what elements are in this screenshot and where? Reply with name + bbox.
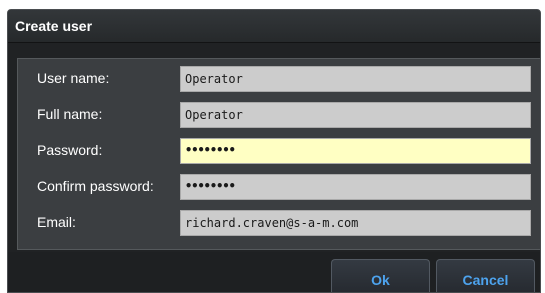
email-input[interactable]: richard.craven@s-a-m.com xyxy=(180,210,531,236)
confirm-password-label: Confirm password: xyxy=(37,178,154,194)
full-name-row: Full name: Operator xyxy=(18,99,540,131)
cancel-button[interactable]: Cancel xyxy=(436,259,535,292)
password-label: Password: xyxy=(37,142,103,158)
full-name-input[interactable]: Operator xyxy=(180,102,531,128)
email-row: Email: richard.craven@s-a-m.com xyxy=(18,207,540,239)
password-row: Password: •••••••• xyxy=(18,135,540,167)
email-label: Email: xyxy=(37,214,76,230)
full-name-label: Full name: xyxy=(37,106,103,122)
confirm-password-row: Confirm password: •••••••• xyxy=(18,171,540,203)
dialog-title: Create user xyxy=(15,18,93,34)
create-user-dialog: Create user User name: Operator Full nam… xyxy=(7,9,541,293)
dialog-footer: Ok Cancel xyxy=(8,252,540,292)
user-name-label: User name: xyxy=(37,70,110,86)
form-panel: User name: Operator Full name: Operator … xyxy=(17,58,540,250)
password-input[interactable]: •••••••• xyxy=(180,138,531,164)
confirm-password-input[interactable]: •••••••• xyxy=(180,174,531,200)
user-name-row: User name: Operator xyxy=(18,63,540,95)
dialog-titlebar[interactable]: Create user xyxy=(8,10,540,43)
ok-button[interactable]: Ok xyxy=(331,259,430,292)
user-name-input[interactable]: Operator xyxy=(180,66,531,92)
